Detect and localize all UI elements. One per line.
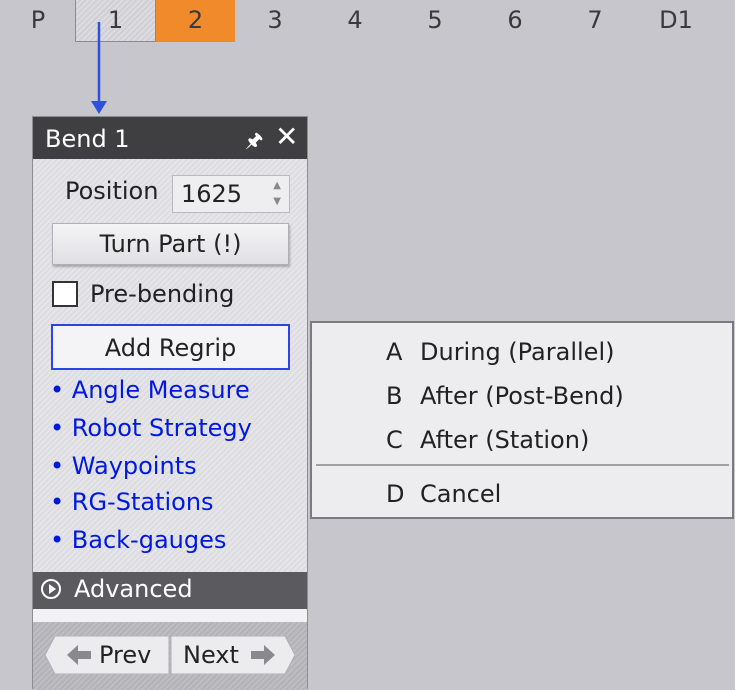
right-arrow-icon	[251, 645, 275, 665]
menu-key: B	[386, 382, 403, 410]
menu-label: Cancel	[420, 480, 502, 508]
prev-button[interactable]: Prev	[55, 636, 169, 674]
menu-label: After (Station)	[420, 426, 590, 454]
turn-part-button[interactable]: Turn Part (!)	[52, 223, 289, 265]
prev-label: Prev	[99, 641, 152, 669]
panel-title: Bend 1	[45, 125, 130, 153]
menu-separator	[316, 464, 729, 466]
menu-key: C	[386, 426, 403, 454]
menu-item-cancel[interactable]: D Cancel	[386, 480, 501, 508]
left-arrow-icon	[67, 645, 91, 665]
next-label: Next	[183, 641, 239, 669]
link-robot-strategy[interactable]: • Robot Strategy	[50, 414, 252, 442]
link-back-gauges[interactable]: • Back-gauges	[50, 526, 226, 554]
link-angle-measure[interactable]: • Angle Measure	[50, 376, 250, 404]
prebending-label: Pre-bending	[90, 280, 235, 308]
menu-item-during-parallel[interactable]: A During (Parallel)	[386, 338, 614, 366]
spin-down-icon[interactable]: ▼	[273, 196, 281, 207]
menu-label: After (Post-Bend)	[420, 382, 624, 410]
position-input[interactable]: 1625 ▲ ▼	[172, 175, 290, 213]
prebending-checkbox[interactable]	[52, 281, 78, 307]
close-icon[interactable]: ✕	[275, 121, 298, 153]
pin-icon[interactable]: 🖈	[245, 126, 264, 160]
next-button[interactable]: Next	[171, 636, 285, 674]
expand-circle-icon	[41, 579, 61, 599]
position-value: 1625	[181, 180, 243, 208]
spin-up-icon[interactable]: ▲	[273, 180, 281, 191]
menu-key: A	[386, 338, 403, 366]
link-rg-stations[interactable]: • RG-Stations	[50, 488, 214, 516]
menu-item-after-post-bend[interactable]: B After (Post-Bend)	[386, 382, 624, 410]
position-label: Position	[65, 177, 159, 205]
panel-divider	[33, 609, 307, 622]
menu-label: During (Parallel)	[420, 338, 615, 366]
add-regrip-button[interactable]: Add Regrip	[51, 324, 290, 370]
link-waypoints[interactable]: • Waypoints	[50, 452, 197, 480]
panel-nav-bar: Prev Next	[33, 622, 307, 690]
regrip-context-menu: A During (Parallel) B After (Post-Bend) CA…	[310, 321, 734, 519]
panel-titlebar: Bend 1 🖈 ✕	[33, 117, 307, 159]
menu-item-after-station[interactable]: C After (Station)	[386, 426, 589, 454]
menu-key: D	[386, 480, 405, 508]
advanced-label: Advanced	[74, 575, 193, 603]
advanced-section-toggle[interactable]: Advanced	[33, 572, 307, 609]
bend-panel: Bend 1 🖈 ✕ Position 1625 ▲ ▼ Turn Part (…	[32, 116, 308, 690]
